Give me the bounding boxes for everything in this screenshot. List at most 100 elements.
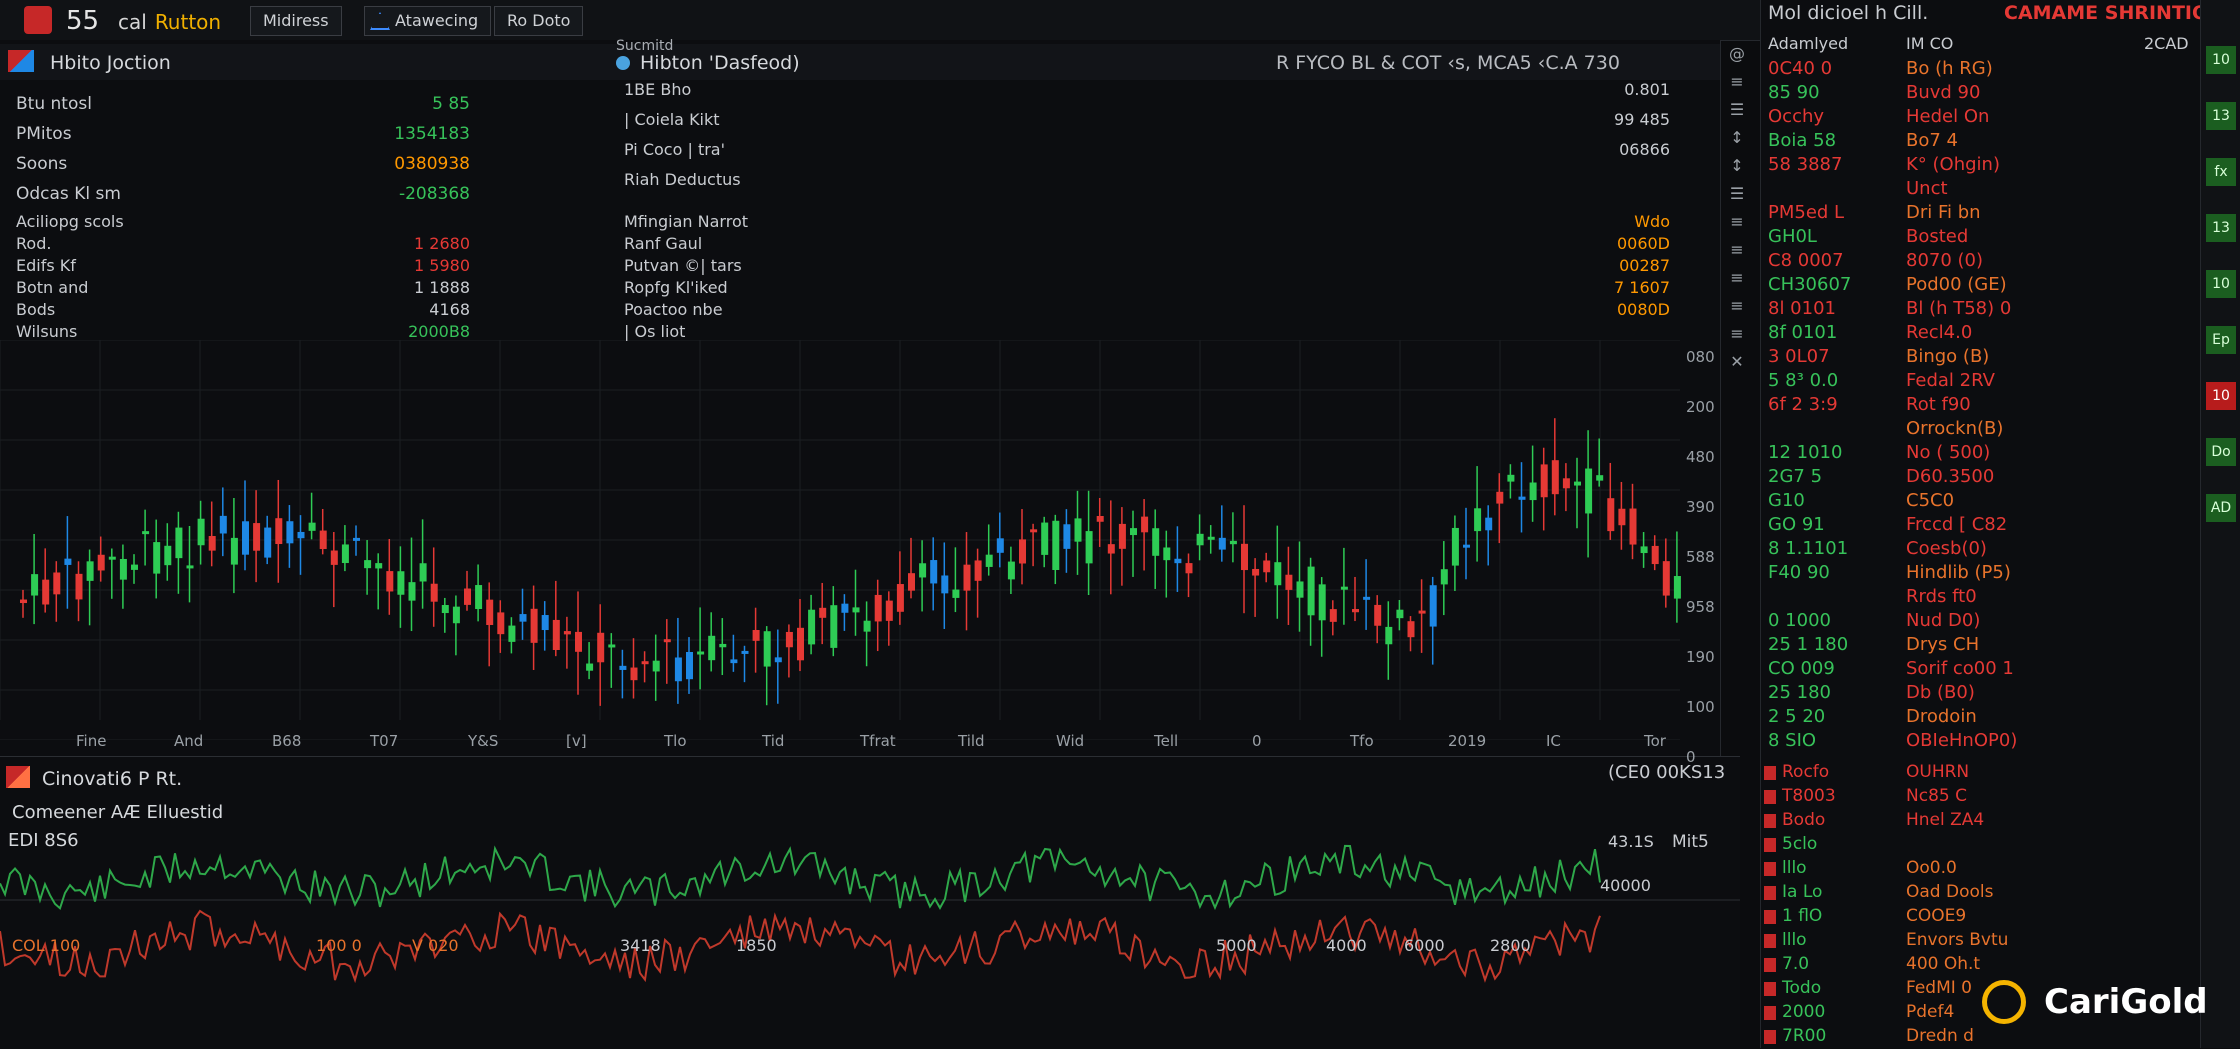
watchlist-code[interactable]: 8l 0101 [1768, 298, 1836, 319]
watchlist-code[interactable]: 2000 [1782, 1002, 1825, 1022]
watchlist-code[interactable]: Ia Lo [1782, 882, 1822, 902]
watchlist-name[interactable]: Sorif co00 1 [1906, 658, 2014, 679]
watchlist-name[interactable]: Fedal 2RV [1906, 370, 1995, 391]
watchlist-name[interactable]: Recl4.0 [1906, 322, 1972, 343]
watchlist-code[interactable]: lllo [1782, 930, 1807, 950]
watchlist-code[interactable]: Boia 58 [1768, 130, 1836, 151]
watchlist-name[interactable]: D60.3500 [1906, 466, 1994, 487]
watchlist-name[interactable]: Hnel ZA4 [1906, 810, 1984, 830]
tool-button[interactable]: ≡ [1726, 296, 1748, 318]
watchlist-code[interactable]: C8 0007 [1768, 250, 1844, 271]
watchlist-code[interactable]: 5 8³ 0.0 [1768, 370, 1838, 391]
watchlist-name[interactable]: Orrockn(B) [1906, 418, 2003, 439]
watchlist-code[interactable]: 8f 0101 [1768, 322, 1837, 343]
strip-item[interactable]: 10 [2206, 46, 2236, 74]
watchlist-name[interactable]: Oad Dools [1906, 882, 1993, 902]
watchlist-name[interactable]: Pod00 (GE) [1906, 274, 2007, 295]
watchlist-code[interactable]: 0 1000 [1768, 610, 1831, 631]
watchlist-code[interactable]: CO 009 [1768, 658, 1835, 679]
watchlist-code[interactable]: PM5ed L [1768, 202, 1844, 223]
watchlist-code[interactable]: 12 1010 [1768, 442, 1842, 463]
strip-item[interactable]: Do [2206, 438, 2236, 466]
watchlist-code[interactable]: 8 SIO [1768, 730, 1816, 751]
tool-button[interactable]: ≡ [1726, 324, 1748, 346]
watchlist-code[interactable]: 2G7 5 [1768, 466, 1822, 487]
strip-item[interactable]: 10 [2206, 270, 2236, 298]
watchlist-name[interactable]: Bosted [1906, 226, 1968, 247]
strip-item[interactable]: fx [2206, 158, 2236, 186]
watchlist-code[interactable]: Occhy [1768, 106, 1824, 127]
tab-ro-doto[interactable]: Ro Doto [494, 6, 584, 36]
watchlist-name[interactable]: Nc85 C [1906, 786, 1967, 806]
watchlist-name[interactable]: Dri Fi bn [1906, 202, 1981, 223]
watchlist-name[interactable]: Bl (h T58) 0 [1906, 298, 2011, 319]
watchlist-code[interactable]: lllo [1782, 858, 1807, 878]
watchlist-name[interactable]: No ( 500) [1906, 442, 1990, 463]
strip-item[interactable]: 13 [2206, 214, 2236, 242]
tool-button[interactable]: ☰ [1726, 100, 1748, 122]
tool-button[interactable]: ≡ [1726, 268, 1748, 290]
strip-item[interactable]: AD [2206, 494, 2236, 522]
watchlist-name[interactable]: Oo0.0 [1906, 858, 1957, 878]
tool-button[interactable]: ≡ [1726, 72, 1748, 94]
tool-button[interactable]: ✕ [1726, 352, 1748, 374]
strip-item[interactable]: 13 [2206, 102, 2236, 130]
watchlist-code[interactable]: T8003 [1782, 786, 1836, 806]
watchlist-name[interactable]: Drodoin [1906, 706, 1977, 727]
watchlist-name[interactable]: OBIeHnOP0) [1906, 730, 2017, 751]
tool-button[interactable]: ↕ [1726, 156, 1748, 178]
watchlist-name[interactable]: COOE9 [1906, 906, 1966, 926]
indicator-chart[interactable] [0, 828, 1740, 1048]
watchlist-code[interactable]: 58 3887 [1768, 154, 1842, 175]
watchlist-code[interactable]: Bodo [1782, 810, 1825, 830]
watchlist-name[interactable]: K° (Ohgin) [1906, 154, 2000, 175]
watchlist-code[interactable]: CH30607 [1768, 274, 1851, 295]
watchlist-code[interactable]: 25 180 [1768, 682, 1831, 703]
tool-button[interactable]: ↕ [1726, 128, 1748, 150]
watchlist-name[interactable]: Unct [1906, 178, 1948, 199]
watchlist-name[interactable]: Db (B0) [1906, 682, 1975, 703]
watchlist-code[interactable]: 5clo [1782, 834, 1817, 854]
strip-item[interactable]: 10 [2206, 382, 2236, 410]
watchlist-name[interactable]: C5C0 [1906, 490, 1954, 511]
watchlist-name[interactable]: Bo (h RG) [1906, 58, 1993, 79]
watchlist-code[interactable]: Todo [1782, 978, 1821, 998]
watchlist-code[interactable]: 8 1.1101 [1768, 538, 1848, 559]
watchlist-name[interactable]: Coesb(0) [1906, 538, 1987, 559]
watchlist-code[interactable]: GO 91 [1768, 514, 1825, 535]
watchlist-code[interactable]: 3 0L07 [1768, 346, 1830, 367]
strip-item[interactable]: Ep [2206, 326, 2236, 354]
tool-button[interactable]: ≡ [1726, 212, 1748, 234]
watchlist-name[interactable]: Drys CH [1906, 634, 1979, 655]
watchlist-code[interactable]: 7.0 [1782, 954, 1809, 974]
watchlist-name[interactable]: Bo7 4 [1906, 130, 1958, 151]
watchlist-code[interactable]: G10 [1768, 490, 1805, 511]
watchlist-name[interactable]: Bingo (B) [1906, 346, 1989, 367]
watchlist-code[interactable]: 85 90 [1768, 82, 1820, 103]
candlestick-chart[interactable] [0, 340, 1700, 740]
watchlist-name[interactable]: Rrds ft0 [1906, 586, 1977, 607]
watchlist-name[interactable]: OUHRN [1906, 762, 1969, 782]
watchlist-name[interactable]: Rot f90 [1906, 394, 1971, 415]
watchlist-name[interactable]: Nud D0) [1906, 610, 1980, 631]
tab-midiress[interactable]: Midiress [250, 6, 342, 36]
watchlist-code[interactable]: 6f 2 3:9 [1768, 394, 1838, 415]
watchlist-code[interactable]: GH0L [1768, 226, 1817, 247]
tool-button[interactable]: @ [1726, 44, 1748, 66]
watchlist-code[interactable]: 25 1 180 [1768, 634, 1848, 655]
watchlist-code[interactable]: F40 90 [1768, 562, 1830, 583]
watchlist-code[interactable]: 1 flO [1782, 906, 1822, 926]
watchlist-name[interactable]: 8070 (0) [1906, 250, 1983, 271]
watchlist-name[interactable]: Hindlib (P5) [1906, 562, 2011, 583]
watchlist-name[interactable]: Buvd 90 [1906, 82, 1980, 103]
watchlist-code[interactable]: 2 5 20 [1768, 706, 1825, 727]
tool-button[interactable]: ≡ [1726, 240, 1748, 262]
watchlist-name[interactable]: Envors Bvtu [1906, 930, 2008, 950]
watchlist-name[interactable]: 400 Oh.t [1906, 954, 1980, 974]
tool-button[interactable]: ☰ [1726, 184, 1748, 206]
watchlist-name[interactable]: Pdef4 [1906, 1002, 1954, 1022]
watchlist-code[interactable]: Rocfo [1782, 762, 1829, 782]
watchlist-name[interactable]: Dredn d [1906, 1026, 1974, 1046]
watchlist-name[interactable]: Frccd [ C82 [1906, 514, 2007, 535]
watchlist-code[interactable]: 0C40 0 [1768, 58, 1832, 79]
